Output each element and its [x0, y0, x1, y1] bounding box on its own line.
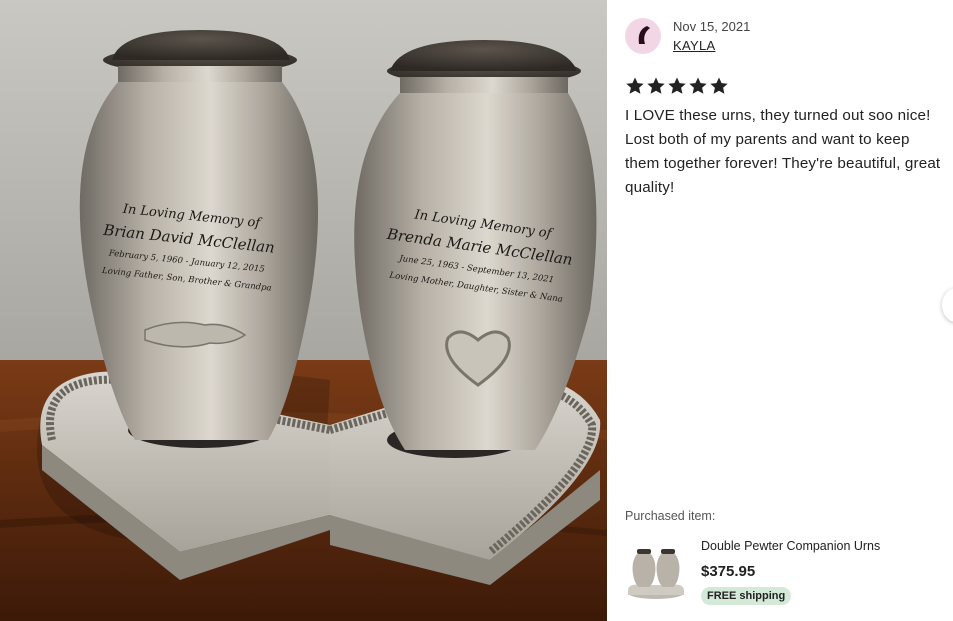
review-date: Nov 15, 2021: [673, 19, 751, 34]
star-icon: [710, 77, 728, 94]
star-icon: [626, 77, 644, 94]
avatar[interactable]: [625, 18, 661, 54]
purchased-item-label: Purchased item:: [625, 509, 716, 523]
review-text: I LOVE these urns, they turned out soo n…: [625, 107, 941, 196]
star-icon: [668, 77, 686, 94]
review-photo[interactable]: In Loving Memory of Brian David McClella…: [0, 0, 607, 621]
star-icon: [689, 77, 707, 94]
free-shipping-badge: FREE shipping: [701, 587, 792, 605]
purchased-item-thumbnail[interactable]: [625, 543, 687, 601]
review-panel: Nov 15, 2021 KAYLA I LOVE these urns, th…: [607, 0, 953, 621]
purchased-item-price: $375.95: [701, 563, 756, 580]
purchased-item-title[interactable]: Double Pewter Companion Urns: [701, 539, 880, 553]
star-icon: [647, 77, 665, 94]
star-rating: [625, 76, 729, 96]
reviewer-name-link[interactable]: KAYLA: [673, 38, 715, 53]
